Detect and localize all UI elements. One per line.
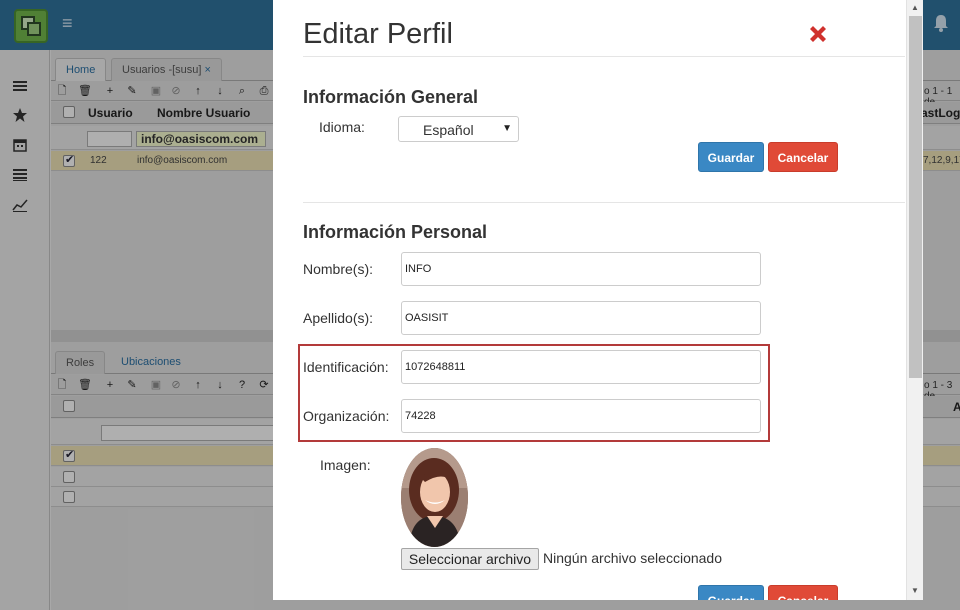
organizacion-field[interactable]: 74228 [401,399,761,433]
save-personal-button[interactable]: Guardar [698,585,764,600]
profile-photo-image [401,448,468,547]
modal-title: Editar Perfil [303,18,453,50]
vertical-scrollbar[interactable]: ▲ ▼ [906,0,923,600]
file-status: Ningún archivo seleccionado [543,550,722,566]
apellido-label: Apellido(s): [303,310,374,326]
save-general-button[interactable]: Guardar [698,142,764,172]
cancel-personal-button[interactable]: Cancelar [768,585,838,600]
select-file-button[interactable]: Seleccionar archivo [401,548,539,570]
nombre-label: Nombre(s): [303,261,374,277]
divider [303,56,905,57]
idioma-select[interactable]: Español ▼ [398,116,519,142]
scrollbar-thumb[interactable] [909,16,922,378]
scroll-up-icon[interactable]: ▲ [911,3,919,12]
nombre-field[interactable]: INFO [401,252,761,286]
idioma-value: Español [423,122,474,138]
close-icon[interactable] [806,22,830,46]
chevron-down-icon: ▼ [502,123,512,134]
section-title-general: Información General [303,87,479,107]
identificacion-field[interactable]: 1072648811 [401,350,761,384]
scroll-down-icon[interactable]: ▼ [911,586,919,595]
divider [303,202,905,203]
cancel-general-button[interactable]: Cancelar [768,142,838,172]
identificacion-label: Identificación: [303,359,389,375]
imagen-label: Imagen: [320,457,371,473]
apellido-field[interactable]: OASISIT [401,301,761,335]
profile-photo [401,448,468,547]
idioma-label: Idioma: [319,119,365,135]
section-title-personal: Información Personal [303,222,488,242]
edit-profile-modal: Editar Perfil Información General Idioma… [273,0,923,600]
organizacion-label: Organización: [303,408,390,424]
